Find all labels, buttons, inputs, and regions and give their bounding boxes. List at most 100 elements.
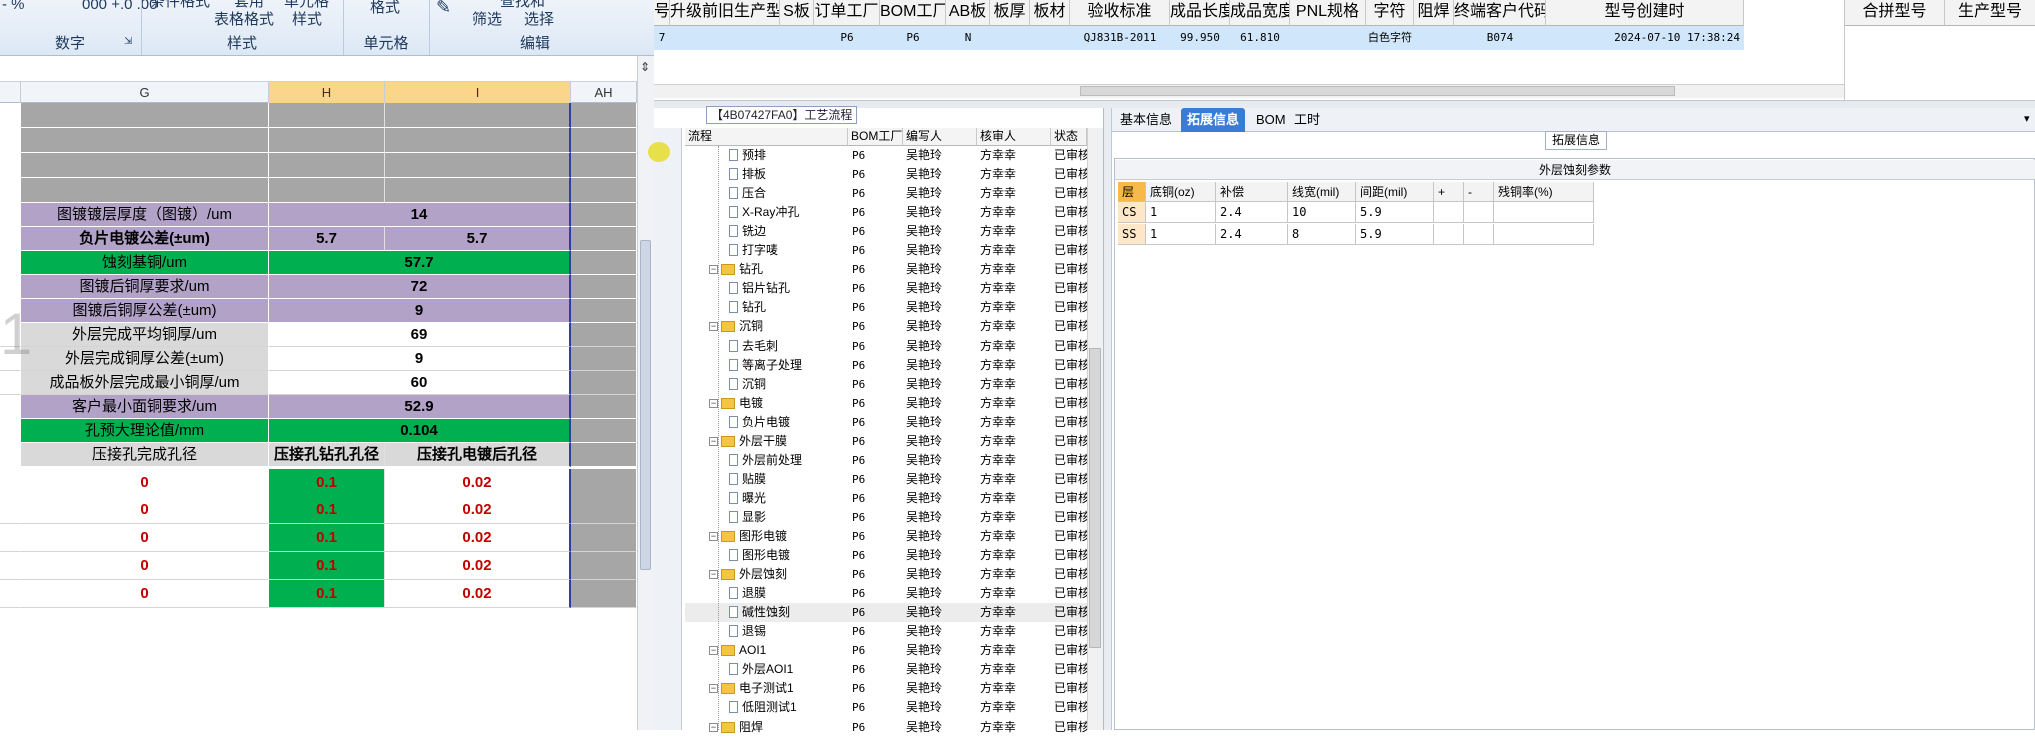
excel-cell[interactable] [0,443,21,467]
excel-cell-i[interactable] [385,128,571,153]
process-name[interactable]: 预排 [742,146,847,165]
excel-cell-h[interactable]: 14 [269,203,571,227]
order-grid-cell[interactable] [990,26,1030,50]
etch-header[interactable]: 残铜率(%) [1494,182,1594,202]
excel-cell-g[interactable]: 成品板外层完成最小铜厚/um [21,371,269,395]
process-row[interactable]: 等离子处理 P6 吴艳玲 方幸幸 已审核 [685,356,1087,375]
tab-work-hours[interactable]: 工时 [1288,108,1326,132]
order-grid-cell[interactable] [1414,26,1454,50]
etch-cell[interactable] [1464,202,1494,223]
filter-button[interactable]: 筛选 [472,8,502,29]
etch-header[interactable]: 补偿 [1216,182,1288,202]
etch-cell[interactable]: 2.4 [1216,202,1288,223]
excel-cell-i[interactable]: 0.02 [385,552,571,580]
process-row[interactable]: − 电镀 P6 吴艳玲 方幸幸 已审核 [685,394,1087,413]
cell-style-button[interactable]: 样式 [292,8,322,29]
excel-cell-g[interactable]: 蚀刻基铜/um [21,251,269,275]
order-grid-header[interactable]: BOM工厂 [880,0,946,26]
excel-cell-h[interactable]: 0.1 [269,524,385,552]
etch-header[interactable]: 间距(mil) [1356,182,1434,202]
order-grid-header[interactable]: 号 [654,0,670,26]
excel-cell-i[interactable] [385,103,571,128]
excel-cell[interactable] [571,552,637,580]
excel-cell-h[interactable] [269,178,385,203]
order-grid-header[interactable]: 字符 [1366,0,1414,26]
excel-cell-g[interactable]: 孔预大理论值/mm [21,419,269,443]
excel-cell-g[interactable]: 0 [21,524,269,552]
excel-cell[interactable] [571,299,637,323]
process-row[interactable]: − 电子测试1 P6 吴艳玲 方幸幸 已审核 [685,679,1087,698]
excel-cell[interactable] [571,347,637,371]
process-name[interactable]: 退膜 [742,584,847,603]
conditional-format-button[interactable]: 条件格式 [150,0,210,11]
order-grid-header[interactable]: AB板 [946,0,990,26]
process-name[interactable]: 钻孔 [742,298,847,317]
etch-cell[interactable] [1464,224,1494,245]
order-grid-header[interactable]: 成品宽度 [1230,0,1290,26]
excel-cell[interactable] [571,419,637,443]
process-header-reviewer[interactable]: 核审人 [977,128,1051,146]
excel-cell[interactable] [571,251,637,275]
excel-cell-h[interactable]: 0.1 [269,496,385,524]
excel-cell-h[interactable]: 5.7 [269,227,385,251]
process-row[interactable]: X-Ray冲孔 P6 吴艳玲 方幸幸 已审核 [685,203,1087,222]
excel-cell[interactable] [571,227,637,251]
excel-cell-h[interactable]: 0.104 [269,419,571,443]
select-all-corner[interactable] [0,82,21,103]
excel-cell[interactable] [0,275,21,299]
excel-cell[interactable] [571,103,637,128]
excel-cell[interactable] [571,153,637,178]
order-grid-header[interactable]: 升级前旧生产型号 [670,0,780,26]
expand-collapse-icon[interactable]: − [709,570,718,580]
order-grid-hscroll-thumb[interactable] [1080,86,1675,96]
order-grid-header[interactable]: 订单工厂 [814,0,880,26]
process-row[interactable]: − 图形电镀 P6 吴艳玲 方幸幸 已审核 [685,527,1087,546]
order-grid-header[interactable]: 板材 [1030,0,1070,26]
excel-cell-g[interactable] [21,128,269,153]
process-name[interactable]: 打字唛 [742,241,847,260]
percent-format-button[interactable]: - % [2,0,25,13]
merge-model-header[interactable]: 合拼型号 [1845,0,1945,26]
process-name[interactable]: 碱性蚀刻 [742,603,847,622]
process-name[interactable]: 去毛刺 [742,337,847,356]
excel-cell-h[interactable]: 0.1 [269,469,385,497]
subtab-extended-info[interactable]: 拓展信息 [1545,131,1608,150]
excel-cell-i[interactable]: 0.02 [385,469,571,497]
process-name[interactable]: 外层前处理 [742,451,847,470]
process-row[interactable]: 铝片钻孔 P6 吴艳玲 方幸幸 已审核 [685,279,1087,298]
etch-cell[interactable] [1434,202,1464,223]
excel-cell-h[interactable]: 0.1 [269,552,385,580]
order-grid-header[interactable]: 阻焊 [1414,0,1454,26]
excel-cell[interactable] [0,469,21,497]
process-name[interactable]: X-Ray冲孔 [742,203,847,222]
excel-cell-h[interactable]: 60 [269,371,571,395]
excel-cell-g[interactable] [21,178,269,203]
order-grid-cell[interactable]: 61.810 [1230,26,1290,50]
process-name[interactable]: 压合 [742,184,847,203]
select-button[interactable]: 选择 [524,8,554,29]
process-row[interactable]: 排板 P6 吴艳玲 方幸幸 已审核 [685,165,1087,184]
excel-cell-h[interactable]: 9 [269,299,571,323]
excel-cell-h[interactable] [269,128,385,153]
order-grid-header[interactable]: 终端客户代码 [1454,0,1546,26]
excel-cell-h[interactable]: 69 [269,323,571,347]
process-row[interactable]: 退锡 P6 吴艳玲 方幸幸 已审核 [685,622,1087,641]
excel-cell-h[interactable]: 压接孔钻孔孔径 [269,443,385,467]
clear-icon[interactable]: ✎ [436,0,451,18]
process-header-flow[interactable]: 流程 [685,128,848,146]
etch-cell[interactable]: 1 [1146,224,1216,245]
scroll-up-icon[interactable]: ⇕ [640,60,650,74]
process-header-bom[interactable]: BOM工厂 [848,128,903,146]
etch-header[interactable]: 层 [1118,182,1146,202]
excel-cell[interactable] [571,128,637,153]
etch-header[interactable]: - [1464,182,1494,202]
excel-cell[interactable] [0,178,21,203]
excel-cell[interactable] [0,153,21,178]
process-row[interactable]: 曝光 P6 吴艳玲 方幸幸 已审核 [685,489,1087,508]
expand-collapse-icon[interactable]: − [709,436,718,446]
expand-collapse-icon[interactable]: − [709,722,718,732]
excel-cell[interactable] [0,371,21,395]
etch-cell[interactable]: 10 [1288,202,1356,223]
excel-cell-h[interactable]: 52.9 [269,395,571,419]
order-grid-header[interactable]: 板厚 [990,0,1030,26]
